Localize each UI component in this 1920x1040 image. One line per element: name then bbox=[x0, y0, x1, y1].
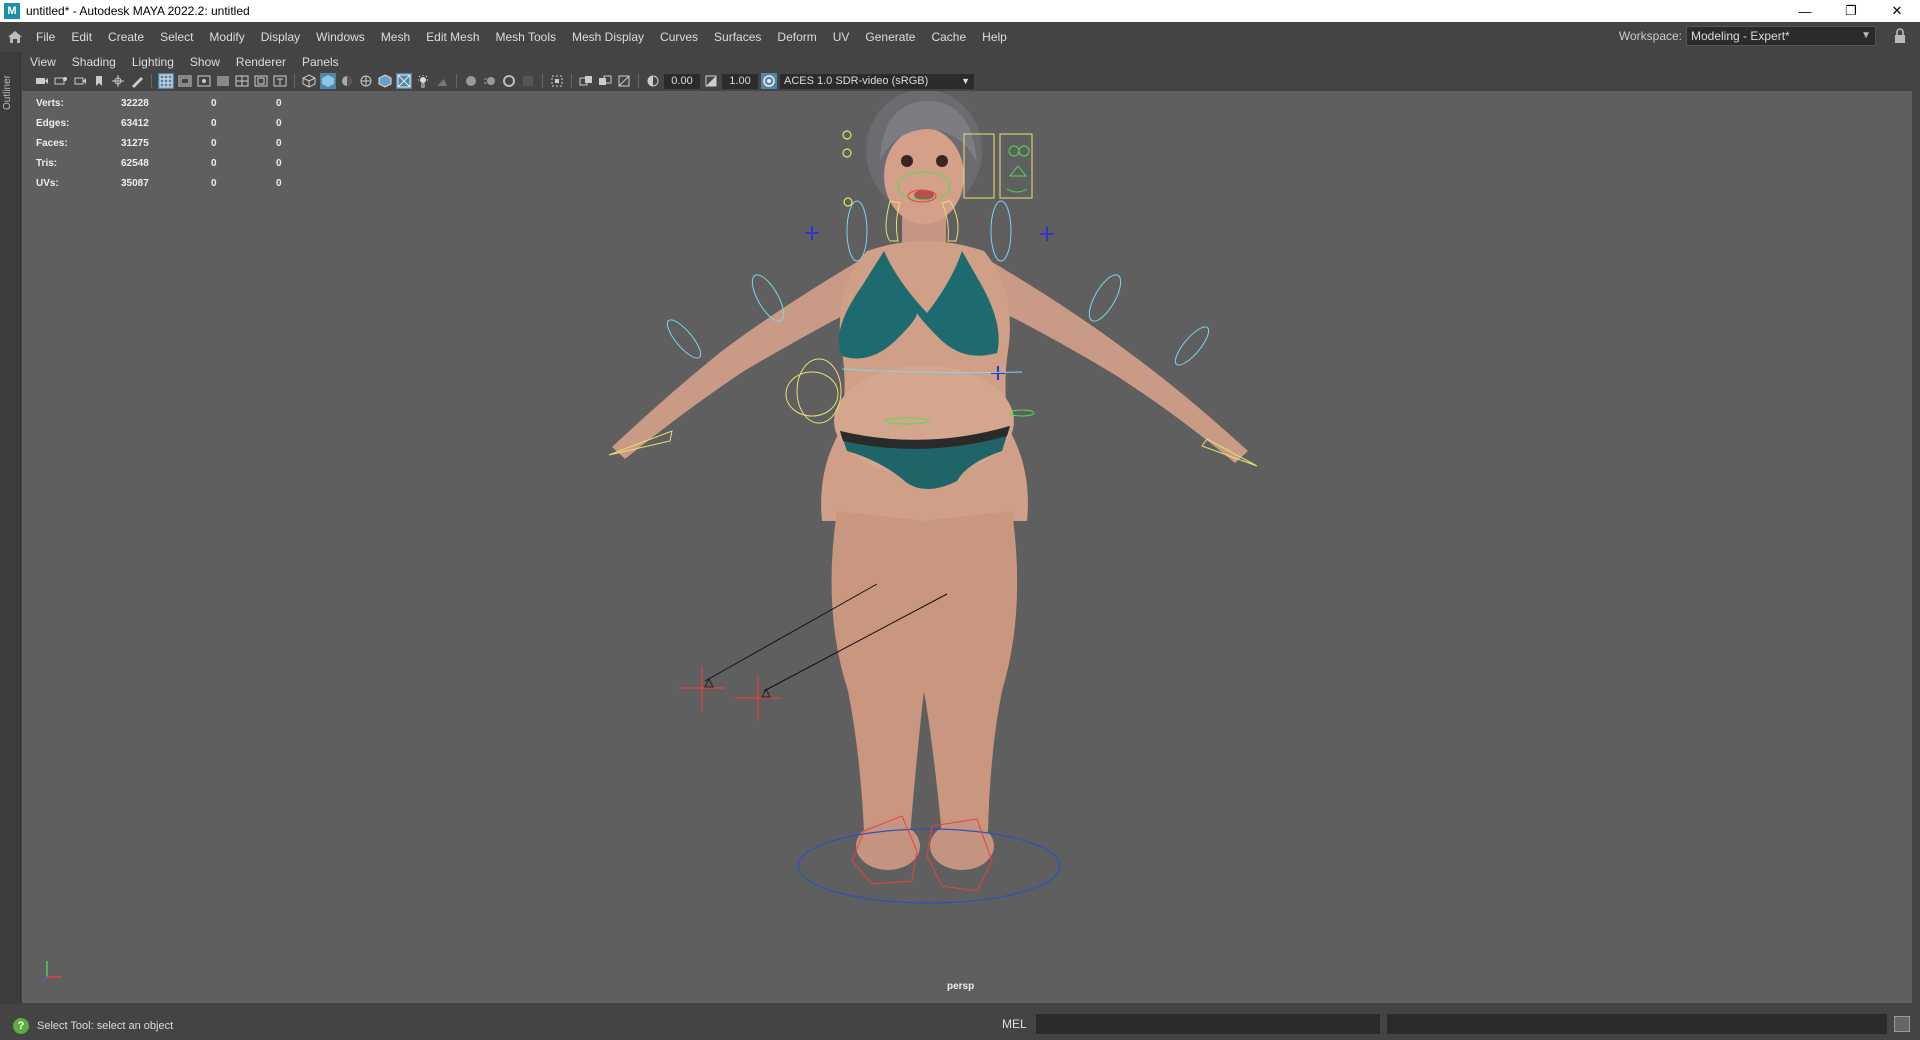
workspace-selector: Workspace: Modeling - Expert* ▼ bbox=[1619, 26, 1876, 46]
film-gate-icon[interactable] bbox=[177, 73, 193, 89]
exposure-icon[interactable] bbox=[645, 73, 661, 89]
menu-windows[interactable]: Windows bbox=[308, 30, 373, 44]
view-transform-dropdown[interactable]: ACES 1.0 SDR-video (sRGB) ▼ bbox=[780, 73, 974, 89]
workspace-value: Modeling - Expert* bbox=[1691, 29, 1790, 43]
restore-button[interactable]: ❐ bbox=[1828, 0, 1874, 22]
panel-toolbar: 0.00 1.00 ACES 1.0 SDR-video (sRGB) ▼ bbox=[22, 71, 1912, 91]
grease-pencil-icon[interactable] bbox=[129, 73, 145, 89]
shadows-icon[interactable] bbox=[434, 73, 450, 89]
menu-uv[interactable]: UV bbox=[825, 30, 858, 44]
xray-active-icon[interactable] bbox=[597, 73, 613, 89]
menu-edit[interactable]: Edit bbox=[63, 30, 100, 44]
menu-deform[interactable]: Deform bbox=[769, 30, 824, 44]
default-lighting-icon[interactable] bbox=[339, 73, 355, 89]
menu-mesh[interactable]: Mesh bbox=[373, 30, 418, 44]
xray-icon[interactable] bbox=[396, 73, 412, 89]
panel-menu-panels[interactable]: Panels bbox=[294, 55, 347, 69]
script-language-label[interactable]: MEL bbox=[1002, 1017, 1027, 1031]
camera-label: persp bbox=[947, 981, 975, 992]
xray-joints-icon[interactable] bbox=[578, 73, 594, 89]
toolbar-divider bbox=[456, 74, 457, 88]
panel-menu-shading[interactable]: Shading bbox=[64, 55, 124, 69]
command-result-field bbox=[1387, 1014, 1887, 1034]
panel-menu-renderer[interactable]: Renderer bbox=[228, 55, 294, 69]
lock-icon[interactable] bbox=[1894, 28, 1908, 46]
menu-mesh-tools[interactable]: Mesh Tools bbox=[488, 30, 564, 44]
workspace-label: Workspace: bbox=[1618, 29, 1682, 43]
close-button[interactable]: ✕ bbox=[1874, 0, 1920, 22]
bookmark-icon[interactable] bbox=[91, 73, 107, 89]
resolution-gate-icon[interactable] bbox=[196, 73, 212, 89]
select-camera-icon[interactable] bbox=[34, 73, 50, 89]
panel-menu-bar: View Shading Lighting Show Renderer Pane… bbox=[22, 52, 1912, 71]
toolbar-divider bbox=[151, 74, 152, 88]
toolbar-divider bbox=[571, 74, 572, 88]
menu-help[interactable]: Help bbox=[974, 30, 1015, 44]
safe-title-icon[interactable] bbox=[272, 73, 288, 89]
menu-cache[interactable]: Cache bbox=[923, 30, 974, 44]
home-icon[interactable] bbox=[2, 24, 28, 50]
help-text: Select Tool: select an object bbox=[37, 1020, 174, 1032]
isolate-select-icon[interactable] bbox=[549, 73, 565, 89]
exposure-field[interactable]: 0.00 bbox=[664, 73, 700, 89]
menu-surfaces[interactable]: Surfaces bbox=[706, 30, 769, 44]
menu-modify[interactable]: Modify bbox=[201, 30, 252, 44]
textured-icon[interactable] bbox=[358, 73, 374, 89]
view-axis-icon bbox=[42, 961, 62, 982]
panel-menu-show[interactable]: Show bbox=[182, 55, 228, 69]
menu-edit-mesh[interactable]: Edit Mesh bbox=[418, 30, 487, 44]
motion-blur-icon[interactable] bbox=[482, 73, 498, 89]
menu-curves[interactable]: Curves bbox=[652, 30, 706, 44]
menu-create[interactable]: Create bbox=[100, 30, 152, 44]
safe-action-icon[interactable] bbox=[253, 73, 269, 89]
gate-mask-icon[interactable] bbox=[215, 73, 231, 89]
script-editor-icon[interactable] bbox=[1894, 1016, 1910, 1032]
menu-display[interactable]: Display bbox=[253, 30, 308, 44]
wireframe-on-shaded-icon[interactable] bbox=[377, 73, 393, 89]
image-plane-icon[interactable] bbox=[110, 73, 126, 89]
outliner-tab[interactable]: Outliner bbox=[2, 60, 16, 110]
minimize-button[interactable]: — bbox=[1782, 0, 1828, 22]
smooth-shade-icon[interactable] bbox=[320, 73, 336, 89]
view-transform-value: ACES 1.0 SDR-video (sRGB) bbox=[784, 74, 929, 87]
toolbar-divider bbox=[294, 74, 295, 88]
perspective-viewport[interactable]: Verts: 32228 0 0 Edges: 63412 0 0 Faces: 31275 0… bbox=[22, 91, 1912, 1003]
antialiasing-icon[interactable] bbox=[501, 73, 517, 89]
left-toolbox bbox=[0, 52, 21, 1016]
dropdown-arrow-icon: ▼ bbox=[961, 75, 970, 86]
menu-generate[interactable]: Generate bbox=[857, 30, 923, 44]
title-bar: M untitled* - Autodesk MAYA 2022.2: unti… bbox=[0, 0, 1920, 22]
window-title: untitled* - Autodesk MAYA 2022.2: untitl… bbox=[26, 4, 250, 18]
field-chart-icon[interactable] bbox=[234, 73, 250, 89]
gamma-field[interactable]: 1.00 bbox=[722, 73, 758, 89]
character-model[interactable] bbox=[612, 91, 1248, 870]
panel-menu-lighting[interactable]: Lighting bbox=[124, 55, 182, 69]
maya-logo-icon: M bbox=[4, 3, 20, 19]
toolbar-divider bbox=[542, 74, 543, 88]
command-line-input[interactable] bbox=[1036, 1014, 1380, 1034]
panel-menu-view[interactable]: View bbox=[22, 55, 64, 69]
wireframe-icon[interactable] bbox=[301, 73, 317, 89]
depth-of-field-icon[interactable] bbox=[520, 73, 536, 89]
dropdown-arrow-icon: ▼ bbox=[1861, 30, 1871, 41]
menu-file[interactable]: File bbox=[28, 30, 63, 44]
menu-select[interactable]: Select bbox=[152, 30, 201, 44]
menu-mesh-display[interactable]: Mesh Display bbox=[564, 30, 652, 44]
ambient-occlusion-icon[interactable] bbox=[463, 73, 479, 89]
gamma-icon[interactable] bbox=[703, 73, 719, 89]
scene-canvas bbox=[42, 91, 1258, 982]
help-icon: ? bbox=[13, 1018, 29, 1034]
backface-culling-icon[interactable] bbox=[616, 73, 632, 89]
use-all-lights-icon[interactable] bbox=[415, 73, 431, 89]
toolbar-divider bbox=[638, 74, 639, 88]
bookmarks-icon[interactable] bbox=[72, 73, 88, 89]
color-management-icon[interactable] bbox=[761, 73, 777, 89]
camera-attributes-icon[interactable] bbox=[53, 73, 69, 89]
workspace-dropdown[interactable]: Modeling - Expert* ▼ bbox=[1686, 26, 1876, 46]
grid-icon[interactable] bbox=[158, 73, 174, 89]
